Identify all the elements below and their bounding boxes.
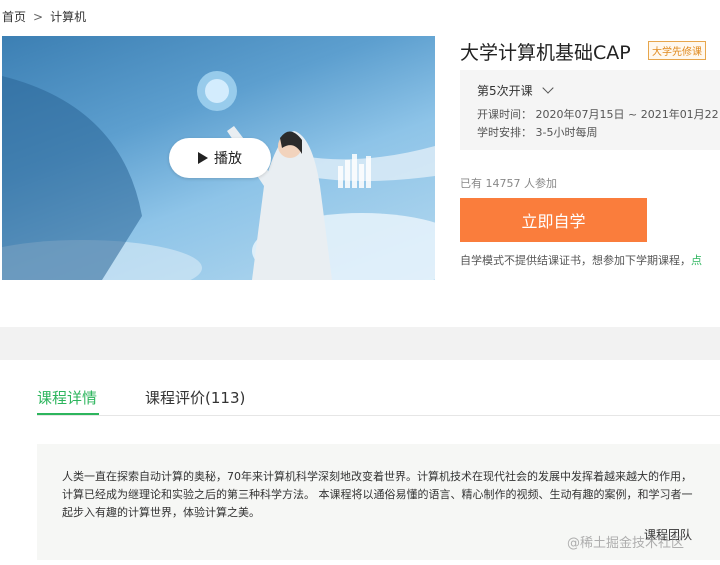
tab-bar-divider bbox=[37, 415, 720, 416]
next-term-link[interactable]: 点 bbox=[691, 254, 702, 267]
session-selector[interactable]: 第5次开课 bbox=[477, 82, 533, 99]
course-description: 人类一直在探索自动计算的奥秘，70年来计算机科学深刻地改变着世界。计算机技术在现… bbox=[62, 470, 693, 519]
self-study-note-text: 自学模式不提供结课证书，想参加下学期课程， bbox=[460, 254, 691, 267]
play-icon bbox=[198, 152, 208, 164]
breadcrumb-separator: > bbox=[33, 10, 44, 24]
play-button-label: 播放 bbox=[214, 151, 242, 167]
tab-course-reviews[interactable]: 课程评价(113) bbox=[145, 387, 245, 408]
session-info-panel: 第5次开课 开课时间： 2020年07月15日 ~ 2021年01月22日 学时… bbox=[460, 70, 720, 150]
self-study-button[interactable]: 立即自学 bbox=[460, 198, 647, 242]
tab-course-details[interactable]: 课程详情 bbox=[37, 387, 97, 408]
active-tab-indicator bbox=[37, 413, 99, 415]
course-video-player[interactable]: 播放 bbox=[2, 36, 435, 280]
course-period: 开课时间： 2020年07月15日 ~ 2021年01月22日 bbox=[477, 108, 720, 121]
course-badge: 大学先修课 bbox=[648, 41, 706, 60]
course-title: 大学计算机基础CAP bbox=[460, 42, 631, 64]
enrolled-count: 已有 14757 人参加 bbox=[460, 177, 557, 190]
breadcrumb-home-link[interactable]: 首页 bbox=[2, 10, 26, 24]
course-workload: 学时安排： 3-5小时每周 bbox=[477, 126, 598, 139]
watermark: @稀土掘金技术社区 bbox=[567, 536, 685, 551]
self-study-note: 自学模式不提供结课证书，想参加下学期课程，点 bbox=[460, 252, 702, 268]
breadcrumb: 首页 > 计算机 bbox=[2, 8, 86, 25]
breadcrumb-current-link[interactable]: 计算机 bbox=[50, 10, 86, 24]
section-divider-band bbox=[0, 327, 720, 360]
chevron-down-icon[interactable] bbox=[542, 82, 554, 94]
play-button[interactable]: 播放 bbox=[169, 138, 271, 178]
